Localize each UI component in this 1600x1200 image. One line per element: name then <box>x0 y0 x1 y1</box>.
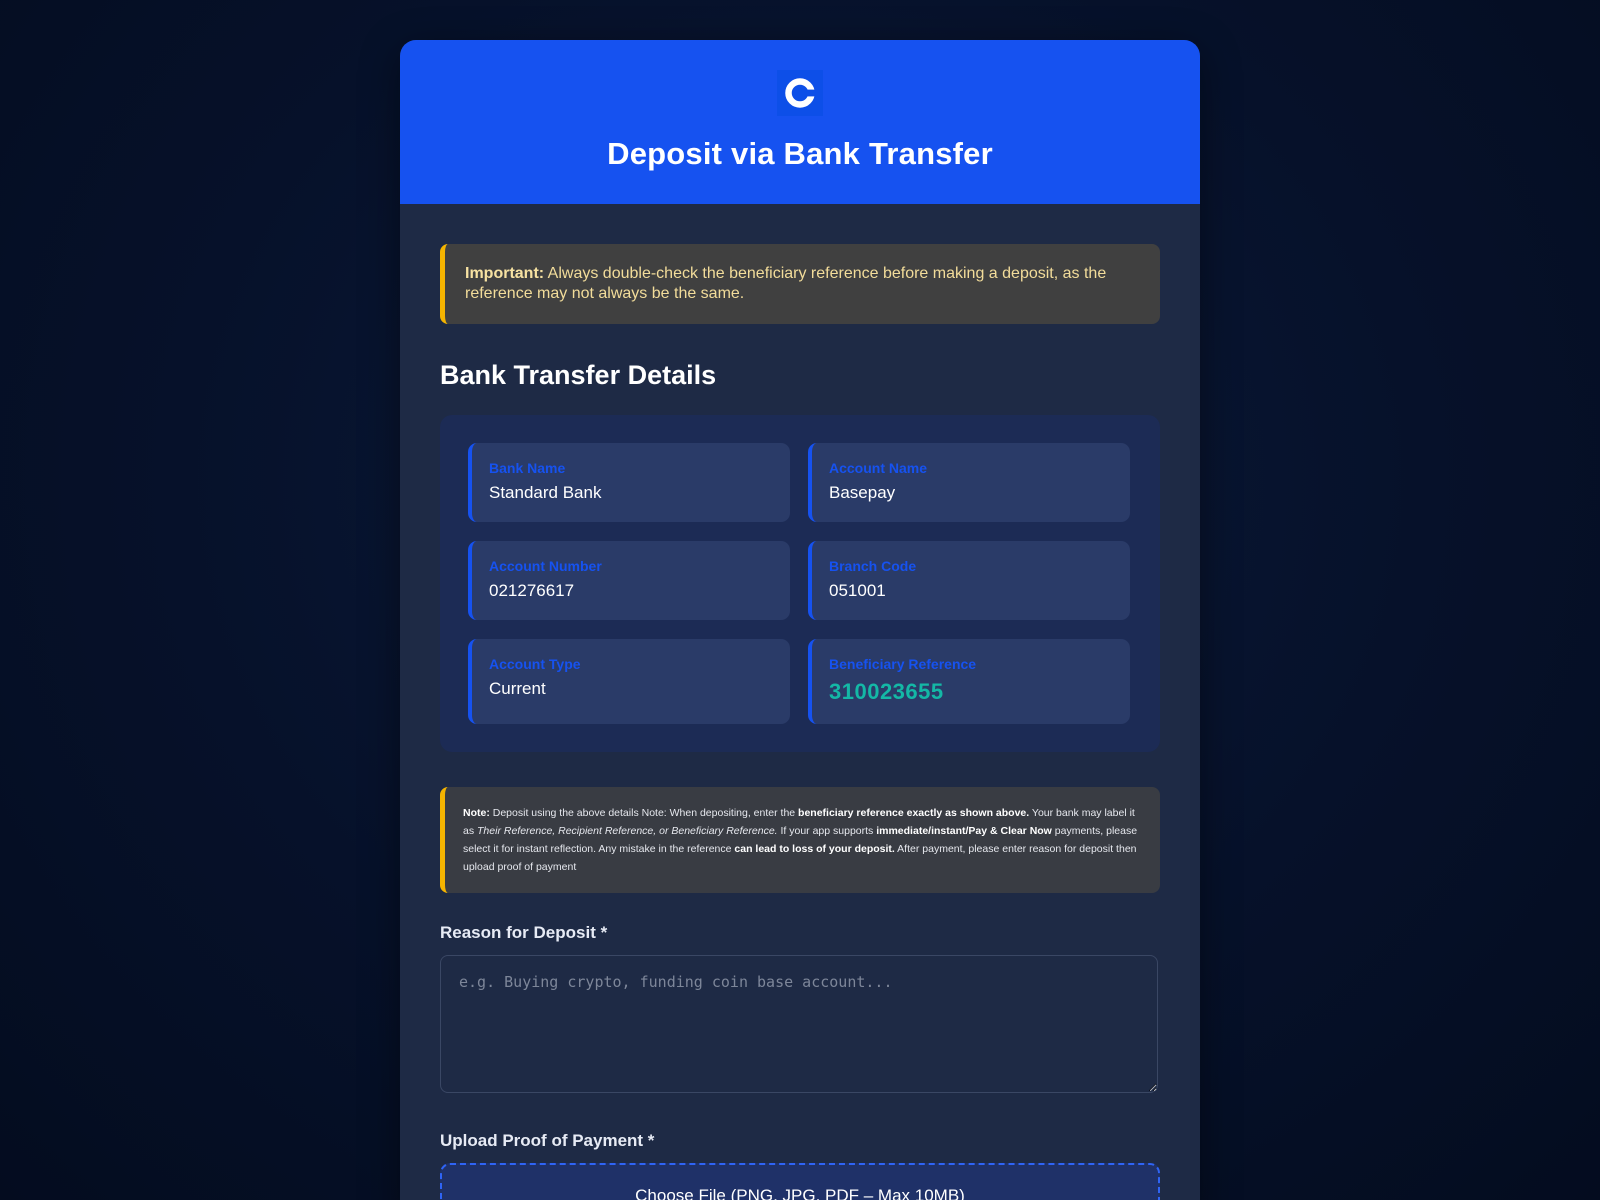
detail-account-name: Account Name Basepay <box>808 443 1130 522</box>
upload-file-button[interactable]: Choose File (PNG, JPG, PDF – Max 10MB) <box>440 1163 1160 1200</box>
note-label: Note: <box>463 807 490 819</box>
deposit-card: Deposit via Bank Transfer Important: Alw… <box>400 40 1200 1200</box>
detail-bank-name: Bank Name Standard Bank <box>468 443 790 522</box>
coinbase-logo-icon <box>777 70 823 116</box>
detail-value: Standard Bank <box>489 483 602 502</box>
card-content: Important: Always double-check the benef… <box>400 204 1200 1200</box>
detail-label: Branch Code <box>829 558 917 574</box>
upload-label: Upload Proof of Payment * <box>440 1131 655 1150</box>
page-title: Deposit via Bank Transfer <box>607 136 993 171</box>
note-text: If your app supports <box>777 825 877 837</box>
detail-label: Account Name <box>829 460 928 476</box>
detail-account-number: Account Number 021276617 <box>468 541 790 620</box>
detail-value: 021276617 <box>489 581 575 600</box>
note-italic: Their Reference, Recipient Reference, or… <box>477 825 778 837</box>
detail-branch-code: Branch Code 051001 <box>808 541 1130 620</box>
deposit-note: Note: Deposit using the above details No… <box>440 787 1160 893</box>
detail-label: Account Type <box>489 656 581 672</box>
note-emphasis: immediate/instant/Pay & Clear Now <box>876 825 1052 837</box>
important-alert: Important: Always double-check the benef… <box>440 244 1160 324</box>
reason-label: Reason for Deposit * <box>440 923 608 942</box>
reason-textarea[interactable] <box>440 955 1158 1093</box>
section-title: Bank Transfer Details <box>440 360 717 390</box>
detail-value: 051001 <box>829 581 886 600</box>
upload-button-text: Choose File (PNG, JPG, PDF – Max 10MB) <box>635 1186 965 1200</box>
alert-text: Always double-check the beneficiary refe… <box>465 265 1107 302</box>
beneficiary-reference-value: 310023655 <box>829 679 944 704</box>
detail-label: Beneficiary Reference <box>829 656 977 672</box>
detail-label: Account Number <box>489 558 602 574</box>
detail-beneficiary-reference: Beneficiary Reference 310023655 <box>808 639 1130 724</box>
detail-value: Basepay <box>829 483 896 502</box>
detail-account-type: Account Type Current <box>468 639 790 724</box>
detail-label: Bank Name <box>489 460 566 476</box>
note-emphasis: can lead to loss of your deposit. <box>734 843 895 855</box>
alert-label: Important: <box>465 265 545 282</box>
detail-value: Current <box>489 679 546 698</box>
note-text: Deposit using the above details Note: Wh… <box>489 807 799 819</box>
card-header: Deposit via Bank Transfer <box>400 40 1200 204</box>
bank-details-panel: Bank Name Standard Bank Account Name Bas… <box>440 415 1160 752</box>
note-emphasis: beneficiary reference exactly as shown a… <box>798 807 1030 819</box>
